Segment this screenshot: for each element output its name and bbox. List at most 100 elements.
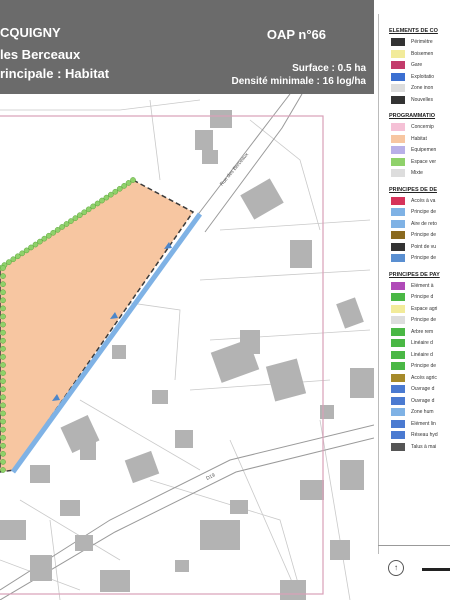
legend-symbol: [391, 208, 405, 216]
legend-symbol: [391, 157, 405, 166]
legend-symbol: [391, 123, 405, 131]
map-footer: ↑: [378, 545, 450, 601]
legend-item: Zone hum: [411, 409, 434, 415]
hedge-dot: [0, 434, 6, 441]
legend-symbol: [391, 254, 405, 262]
legend-section-title: PRINCIPES DE PAY: [389, 271, 440, 278]
hedge-dot: [0, 370, 6, 376]
legend-symbol: [391, 231, 405, 239]
legend-symbol: [391, 281, 405, 290]
legend-item: Elément à: [411, 282, 434, 289]
legend-item: Mixte: [411, 170, 423, 176]
legend-symbol: [391, 327, 405, 336]
density-label: Densité minimale : 16 log/ha: [231, 76, 366, 87]
legend-symbol: [391, 442, 405, 451]
map-canvas: Rue des Berceaux D19: [0, 94, 374, 600]
legend-item: Principe de: [411, 255, 437, 261]
hedge-dot: [0, 297, 6, 304]
header-banner: CQUIGNY les Berceaux rincipale : Habitat…: [0, 0, 374, 94]
hedge-dot: [0, 378, 6, 384]
hedge-dot: [0, 386, 6, 393]
legend-item: Zone inon: [411, 85, 434, 91]
legend-symbol: [391, 293, 405, 301]
legend-symbol: [391, 385, 405, 393]
legend-item: Principe de: [411, 232, 437, 238]
hedge-dot: [0, 418, 6, 425]
hedge-dot: [0, 459, 6, 465]
hedge-dot: [0, 354, 6, 360]
hedge-dot: [0, 337, 6, 344]
legend-symbol: [391, 84, 405, 92]
legend-symbol: [391, 219, 405, 228]
legend-item: Habitat: [411, 135, 427, 142]
legend-panel: ELEMENTS DE CO Périmètre Boisemen Gare Explo…: [378, 14, 450, 554]
legend-symbol: [391, 431, 405, 439]
legend-symbol: [391, 396, 405, 405]
legend-section-title: PROGRAMMATIO: [389, 113, 436, 119]
legend-item: Equipemen: [411, 147, 437, 153]
legend-item: Nouvelles: [411, 96, 433, 103]
hedge-dot: [0, 450, 6, 457]
hedge-dot: [0, 426, 6, 433]
legend-item: Boisemen: [411, 50, 434, 57]
legend-item: Gare: [411, 62, 423, 68]
hedge-dot: [0, 402, 6, 409]
hedge-dot: [0, 313, 6, 320]
legend-symbol: [391, 242, 405, 251]
north-arrow-icon: ↑: [388, 560, 404, 576]
scale-bar: [422, 568, 450, 571]
hedge-dot: [0, 467, 6, 473]
hedge-dot: [0, 410, 6, 417]
legend-symbol: [391, 419, 405, 428]
commune-name: CQUIGNY: [0, 25, 61, 40]
legend-symbol: [391, 408, 405, 416]
legend-symbol: [391, 373, 405, 382]
legend-symbol: [391, 146, 405, 154]
legend-item: Accès agric: [411, 374, 437, 381]
legend-symbol: [391, 95, 405, 104]
oap-number: OAP n°66: [266, 27, 326, 42]
hedge-dot: [0, 281, 6, 288]
legend-item: Périmètre: [411, 39, 433, 45]
legend-item: Principe de: [411, 317, 437, 323]
vocation-label: rincipale : Habitat: [0, 66, 110, 81]
legend-item: Point de vu: [411, 243, 437, 250]
legend-item: Linéaire d: [411, 351, 433, 358]
legend-symbol: [391, 61, 405, 69]
legend-symbol: [391, 196, 405, 205]
legend-item: Linéaire d: [411, 340, 433, 346]
hedge-dot: [0, 321, 6, 328]
legend-item: Ouvrage d: [411, 397, 435, 404]
legend-symbol: [391, 350, 405, 359]
legend-item: Accès à va: [411, 197, 436, 204]
hedge-dot: [0, 442, 6, 449]
legend-item: Espace agri: [411, 305, 438, 312]
legend-item: Ouvrage d: [411, 386, 435, 392]
site-name: les Berceaux: [0, 47, 81, 62]
hedge-dot: [0, 265, 6, 271]
legend-symbol: [391, 362, 405, 370]
legend-section-title: ELEMENTS DE CO: [389, 28, 438, 34]
legend-item: Aire de reto: [411, 220, 437, 227]
legend-item: Exploitatio: [411, 73, 435, 80]
legend-symbol: [391, 316, 405, 324]
legend-symbol: [391, 72, 405, 81]
legend-item: Concernip: [411, 124, 434, 130]
legend-symbol: [391, 49, 405, 58]
legend-item: Principe de: [411, 209, 437, 215]
legend-symbol: [391, 38, 405, 46]
hedge-dot: [0, 394, 6, 401]
legend-item: Principe d: [411, 294, 434, 300]
legend-item: Elément lin: [411, 420, 436, 427]
legend-item: Réseau hyd: [411, 432, 438, 438]
hedge-dot: [130, 177, 136, 183]
legend-item: Espace ver: [411, 158, 437, 165]
hedge-dot: [0, 329, 6, 336]
hedge-dot: [0, 289, 6, 296]
legend-symbol: [391, 304, 405, 313]
legend-symbol: [391, 339, 405, 347]
legend-item: Arbre rem: [411, 328, 434, 335]
hedge-dot: [0, 345, 6, 352]
legend-symbol: [391, 134, 405, 143]
hedge-dot: [0, 362, 6, 368]
